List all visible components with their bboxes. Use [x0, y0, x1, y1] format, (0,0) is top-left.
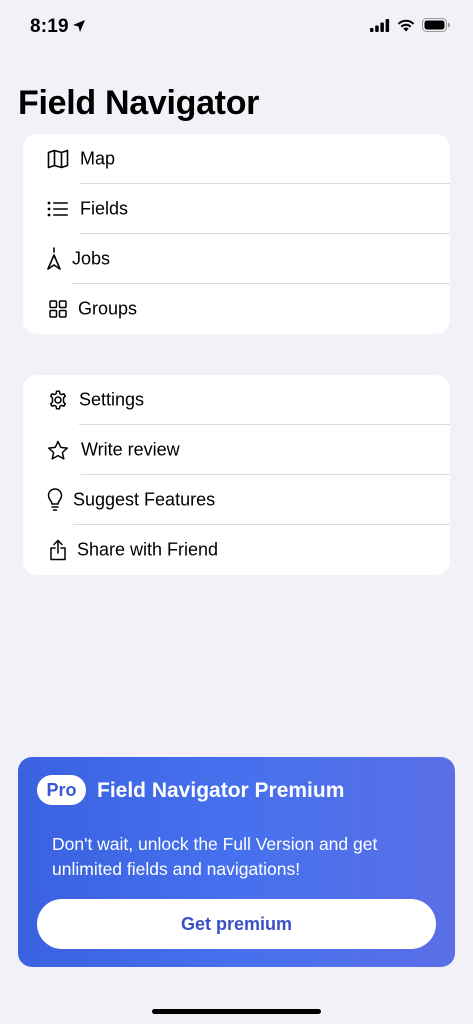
- premium-title: Field Navigator Premium: [97, 779, 345, 802]
- menu-item-write-review[interactable]: Write review: [23, 425, 450, 475]
- menu-item-label: Write review: [81, 439, 180, 460]
- menu-item-share-with-friend[interactable]: Share with Friend: [23, 525, 450, 575]
- menu-item-label: Fields: [80, 198, 129, 219]
- menu-item-suggest-features[interactable]: Suggest Features: [23, 475, 450, 525]
- gear-icon: [47, 389, 69, 411]
- list-icon: [47, 198, 69, 220]
- cellular-signal-icon: [370, 18, 390, 37]
- status-time: 8:19: [30, 16, 69, 37]
- battery-icon: [422, 18, 451, 37]
- primary-menu-card: Map Fields Jobs Groups: [23, 134, 450, 334]
- premium-description: Don't wait, unlock the Full Version and …: [52, 834, 378, 879]
- menu-item-label: Share with Friend: [77, 539, 219, 560]
- pro-badge: Pro: [37, 775, 86, 805]
- share-icon: [47, 539, 69, 561]
- lightbulb-icon: [44, 488, 66, 511]
- menu-item-label: Suggest Features: [73, 489, 216, 510]
- map-icon: [47, 148, 69, 170]
- status-bar: 8:19: [0, 0, 473, 56]
- menu-item-jobs[interactable]: Jobs: [23, 234, 450, 284]
- home-indicator[interactable]: [152, 1009, 321, 1014]
- menu-item-fields[interactable]: Fields: [23, 184, 450, 234]
- menu-item-label: Jobs: [72, 248, 111, 269]
- menu-item-settings[interactable]: Settings: [23, 375, 450, 425]
- wifi-icon: [397, 19, 415, 37]
- navigation-pin-icon: [43, 247, 65, 270]
- menu-item-label: Groups: [78, 298, 138, 319]
- page-title: Field Navigator: [18, 84, 260, 122]
- premium-banner: Pro Field Navigator Premium Don't wait, …: [18, 757, 455, 967]
- menu-item-label: Map: [80, 148, 116, 169]
- status-indicators: [370, 18, 451, 37]
- menu-item-label: Settings: [79, 389, 145, 410]
- location-arrow-icon: [72, 19, 86, 38]
- secondary-menu-card: Settings Write review Suggest Features S…: [23, 375, 450, 575]
- grid-icon: [47, 298, 69, 320]
- menu-item-groups[interactable]: Groups: [23, 284, 450, 334]
- star-icon: [47, 439, 69, 461]
- menu-item-map[interactable]: Map: [23, 134, 450, 184]
- get-premium-button[interactable]: Get premium: [37, 899, 436, 949]
